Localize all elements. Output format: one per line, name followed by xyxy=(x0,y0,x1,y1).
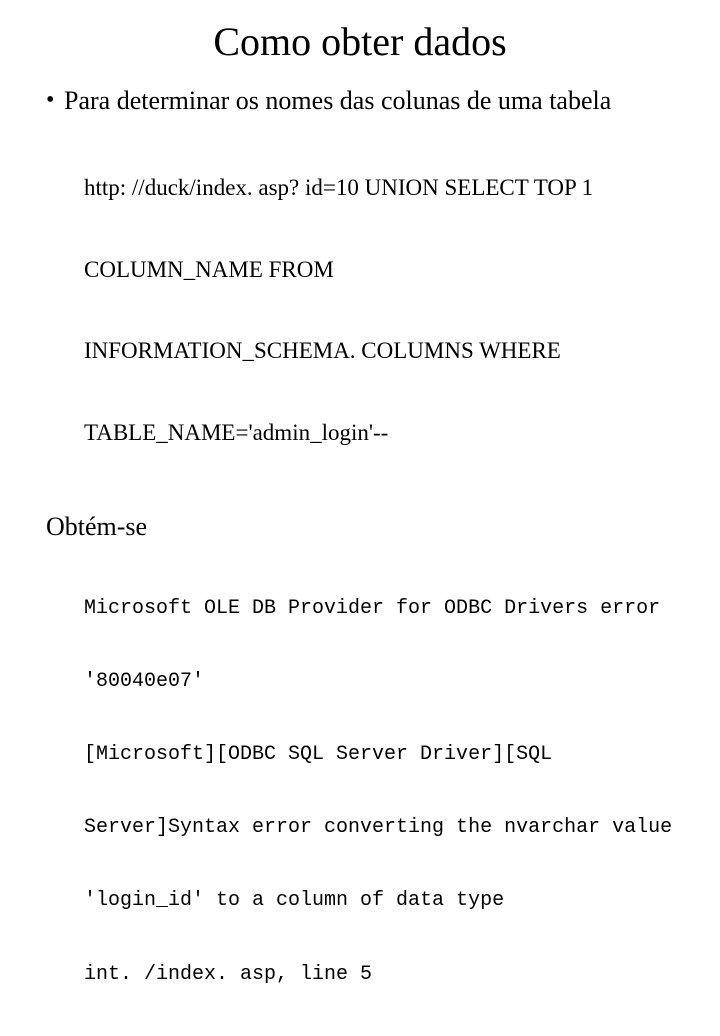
error-line: Server]Syntax error converting the nvarc… xyxy=(84,816,680,840)
error-line: [Microsoft][ODBC SQL Server Driver][SQL xyxy=(84,743,680,767)
error-line: '80040e07' xyxy=(84,670,680,694)
code-line: INFORMATION_SCHEMA. COLUMNS WHERE xyxy=(84,337,680,364)
error-output-block: Microsoft OLE DB Provider for ODBC Drive… xyxy=(84,548,680,1036)
sql-example-block: http: //duck/index. asp? id=10 UNION SEL… xyxy=(84,120,680,500)
bullet-dot-icon: • xyxy=(46,85,64,116)
code-line: COLUMN_NAME FROM xyxy=(84,256,680,283)
bullet-item: • Para determinar os nomes das colunas d… xyxy=(46,85,680,116)
error-line: 'login_id' to a column of data type xyxy=(84,889,680,913)
code-line: TABLE_NAME='admin_login'-- xyxy=(84,419,680,446)
bullet-text: Para determinar os nomes das colunas de … xyxy=(64,85,680,116)
code-line: http: //duck/index. asp? id=10 UNION SEL… xyxy=(84,174,680,201)
slide: Como obter dados • Para determinar os no… xyxy=(0,0,720,540)
slide-title: Como obter dados xyxy=(40,18,680,65)
error-line: Microsoft OLE DB Provider for ODBC Drive… xyxy=(84,597,680,621)
result-subheading: Obtém-se xyxy=(46,512,680,542)
error-line: int. /index. asp, line 5 xyxy=(84,963,680,987)
